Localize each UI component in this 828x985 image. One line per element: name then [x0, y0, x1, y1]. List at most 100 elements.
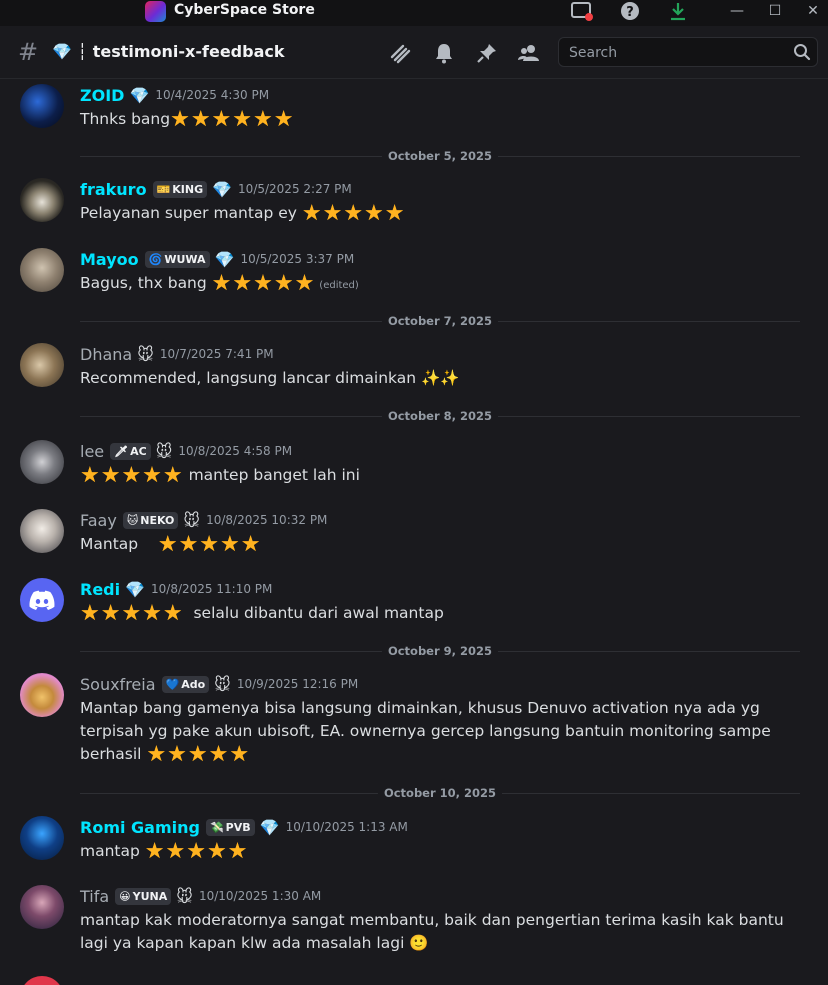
message-text: mantep banget lah ini [188, 466, 360, 484]
mouse-badge-icon: 🐭 [214, 674, 231, 694]
star-emoji: ★★★★★ [80, 463, 184, 488]
title-bar: CyberSpace Store ? — ☐ ✕ [0, 0, 828, 26]
help-icon[interactable]: ? [618, 0, 642, 22]
avatar[interactable] [20, 248, 64, 292]
download-icon[interactable] [666, 0, 690, 22]
avatar[interactable] [20, 816, 64, 860]
avatar[interactable] [20, 84, 64, 128]
notification-bell-icon[interactable] [432, 41, 456, 65]
mouse-badge-icon: 🐭 [155, 441, 173, 461]
server-tag[interactable]: 💙 Ado [161, 675, 210, 693]
screen-share-icon[interactable] [570, 0, 594, 22]
date-divider-label: October 7, 2025 [381, 314, 499, 328]
pin-icon[interactable] [475, 41, 499, 65]
timestamp: 10/4/2025 4:30 PM [155, 88, 270, 102]
avatar[interactable] [20, 440, 64, 484]
server-tag[interactable]: 🌀 WUWA [144, 250, 210, 268]
tag-icon: 💸 [209, 820, 224, 834]
date-divider-label: October 9, 2025 [381, 644, 499, 658]
message-text: mantap kak moderatornya sangat membantu,… [80, 911, 784, 952]
timestamp: 10/8/2025 11:10 PM [151, 582, 273, 596]
diamond-badge-icon: 💎 [214, 249, 235, 269]
avatar[interactable] [20, 673, 64, 717]
edited-label: (edited) [319, 280, 359, 291]
message-content: Mantap bang gamenya bisa langsung dimain… [80, 697, 795, 766]
message-text: mantap [80, 842, 140, 860]
star-emoji: ★★★★★ [157, 532, 262, 557]
tag-label: Ado [181, 677, 206, 691]
tag-label: YUNA [132, 889, 168, 903]
date-divider: October 7, 2025 [80, 314, 800, 328]
message-text: Recommended, langsung lancar dimainkan ✨… [80, 369, 460, 387]
tag-icon: 🎫 [156, 182, 171, 196]
search-icon [793, 43, 811, 65]
maximize-button[interactable]: ☐ [756, 0, 794, 22]
channel-diamond-icon: 💎 [52, 42, 72, 61]
message-content: mantap ★★★★★ [80, 840, 795, 863]
server-tag[interactable]: 🐱 NEKO [122, 511, 179, 529]
avatar[interactable] [20, 509, 64, 553]
mouse-badge-icon: 🐭 [183, 510, 201, 530]
message-content: Recommended, langsung lancar dimainkan ✨… [80, 367, 795, 390]
star-emoji: ★★★★★★ [170, 107, 295, 132]
message-content: mantap kak moderatornya sangat membantu,… [80, 909, 795, 955]
star-emoji: ★★★★★ [211, 271, 316, 296]
channel-hash-icon: # [18, 38, 39, 66]
tag-icon: 😀 [119, 889, 131, 903]
avatar[interactable] [20, 976, 64, 985]
tag-label: PVB [225, 820, 251, 834]
message-content: Mantap ★★★★★ [80, 533, 795, 556]
tag-label: NEKO [140, 513, 175, 527]
username[interactable]: frakuro [80, 180, 147, 199]
search-box[interactable] [558, 37, 818, 67]
username[interactable]: Tifa [80, 887, 109, 906]
diamond-badge-icon: 💎 [129, 85, 150, 105]
date-divider-label: October 10, 2025 [377, 786, 503, 800]
diamond-badge-icon: 💎 [125, 579, 146, 599]
timestamp: 10/10/2025 1:30 AM [198, 889, 322, 903]
message-content: Bagus, thx bang ★★★★★ (edited) [80, 272, 795, 297]
timestamp: 10/5/2025 3:37 PM [240, 252, 355, 266]
server-tag[interactable]: 🗡 AC [110, 442, 151, 460]
avatar[interactable] [20, 343, 64, 387]
username[interactable]: Faay [80, 511, 117, 530]
date-divider: October 9, 2025 [80, 644, 800, 658]
username[interactable]: Dhana [80, 345, 132, 364]
username[interactable]: lee [80, 442, 104, 461]
message-text: selalu dibantu dari awal mantap [193, 604, 444, 622]
username[interactable]: Souxfreia [80, 675, 156, 694]
search-input[interactable] [567, 42, 791, 64]
server-tag[interactable]: 💸 PVB [205, 818, 255, 836]
timestamp: 10/8/2025 10:32 PM [206, 513, 328, 527]
message-list[interactable]: ZOID 💎 10/4/2025 4:30 PM Thnks bang★★★★★… [0, 79, 828, 985]
username[interactable]: ZOID [80, 86, 124, 105]
message-text: Mantap [80, 535, 139, 553]
server-tag[interactable]: 🎫 KING [152, 180, 208, 198]
svg-text:?: ? [626, 5, 634, 20]
avatar[interactable] [20, 885, 64, 929]
star-emoji: ★★★★★ [301, 201, 406, 226]
avatar[interactable] [20, 578, 64, 622]
minimize-button[interactable]: — [718, 0, 756, 22]
server-tag[interactable]: 😀 YUNA [115, 887, 172, 905]
tag-label: KING [172, 182, 204, 196]
avatar[interactable] [20, 178, 64, 222]
message-content: ★★★★★ mantep banget lah ini [80, 464, 795, 487]
star-emoji: ★★★★★ [80, 601, 184, 626]
tag-icon: 🌀 [148, 252, 163, 266]
username[interactable]: Mayoo [80, 250, 139, 269]
date-divider-label: October 5, 2025 [381, 149, 499, 163]
timestamp: 10/9/2025 12:16 PM [236, 677, 359, 691]
threads-icon[interactable] [389, 41, 413, 65]
tag-label: WUWA [164, 252, 206, 266]
member-list-icon[interactable] [517, 41, 541, 65]
close-button[interactable]: ✕ [794, 0, 828, 22]
username[interactable]: Romi Gaming [80, 818, 200, 837]
username[interactable]: Redi [80, 580, 120, 599]
tag-icon: 🗡 [114, 444, 129, 458]
channel-title: ┆ testimoni-x-feedback [77, 42, 285, 61]
mouse-badge-icon: 🐭 [176, 886, 193, 906]
tag-icon: 💙 [165, 677, 180, 691]
message-text: Pelayanan super mantap ey [80, 204, 297, 222]
timestamp: 10/10/2025 1:13 AM [285, 820, 408, 834]
